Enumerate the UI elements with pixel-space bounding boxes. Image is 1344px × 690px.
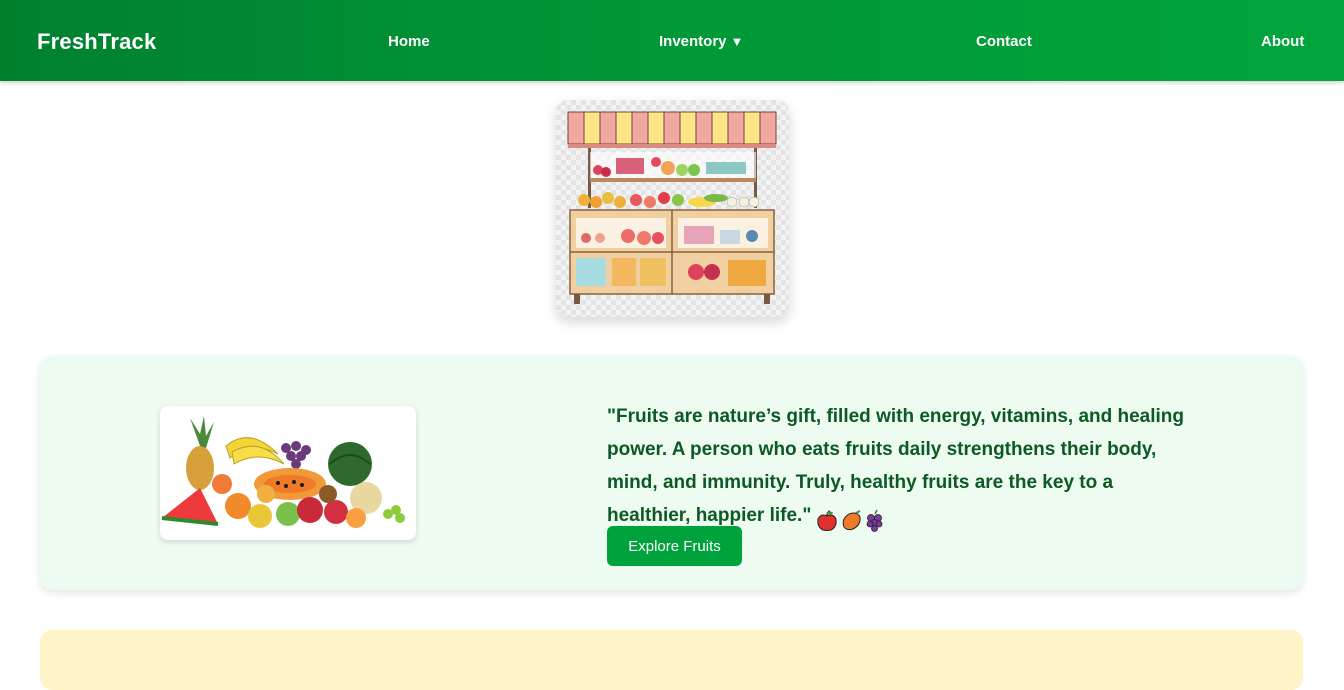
next-section-panel: [40, 630, 1303, 690]
caret-down-icon: ▼: [730, 34, 744, 49]
grapes-emoji-icon: [866, 509, 883, 532]
brand-logo-text[interactable]: FreshTrack: [37, 29, 156, 55]
nav-inventory-label: Inventory: [659, 33, 727, 50]
fruit-stall-illustration: [556, 100, 789, 317]
fruit-quote-section: "Fruits are nature’s gift, filled with e…: [40, 356, 1303, 590]
apple-emoji-icon: [817, 510, 837, 531]
fruit-quote-text: "Fruits are nature’s gift, filled with e…: [607, 400, 1187, 537]
nav-inventory-dropdown[interactable]: Inventory ▼: [659, 33, 743, 50]
nav-about-link[interactable]: About: [1261, 33, 1304, 50]
mango-emoji-icon: [843, 510, 861, 531]
quote-body: "Fruits are nature’s gift, filled with e…: [607, 406, 1185, 526]
fruit-pile-image: [160, 406, 416, 540]
nav-contact-link[interactable]: Contact: [976, 33, 1032, 50]
fruit-emoji-row: [815, 504, 887, 537]
top-navbar: FreshTrack Home Inventory ▼ Contact About: [0, 0, 1344, 81]
nav-home-link[interactable]: Home: [388, 33, 430, 50]
explore-fruits-button[interactable]: Explore Fruits: [607, 526, 742, 566]
